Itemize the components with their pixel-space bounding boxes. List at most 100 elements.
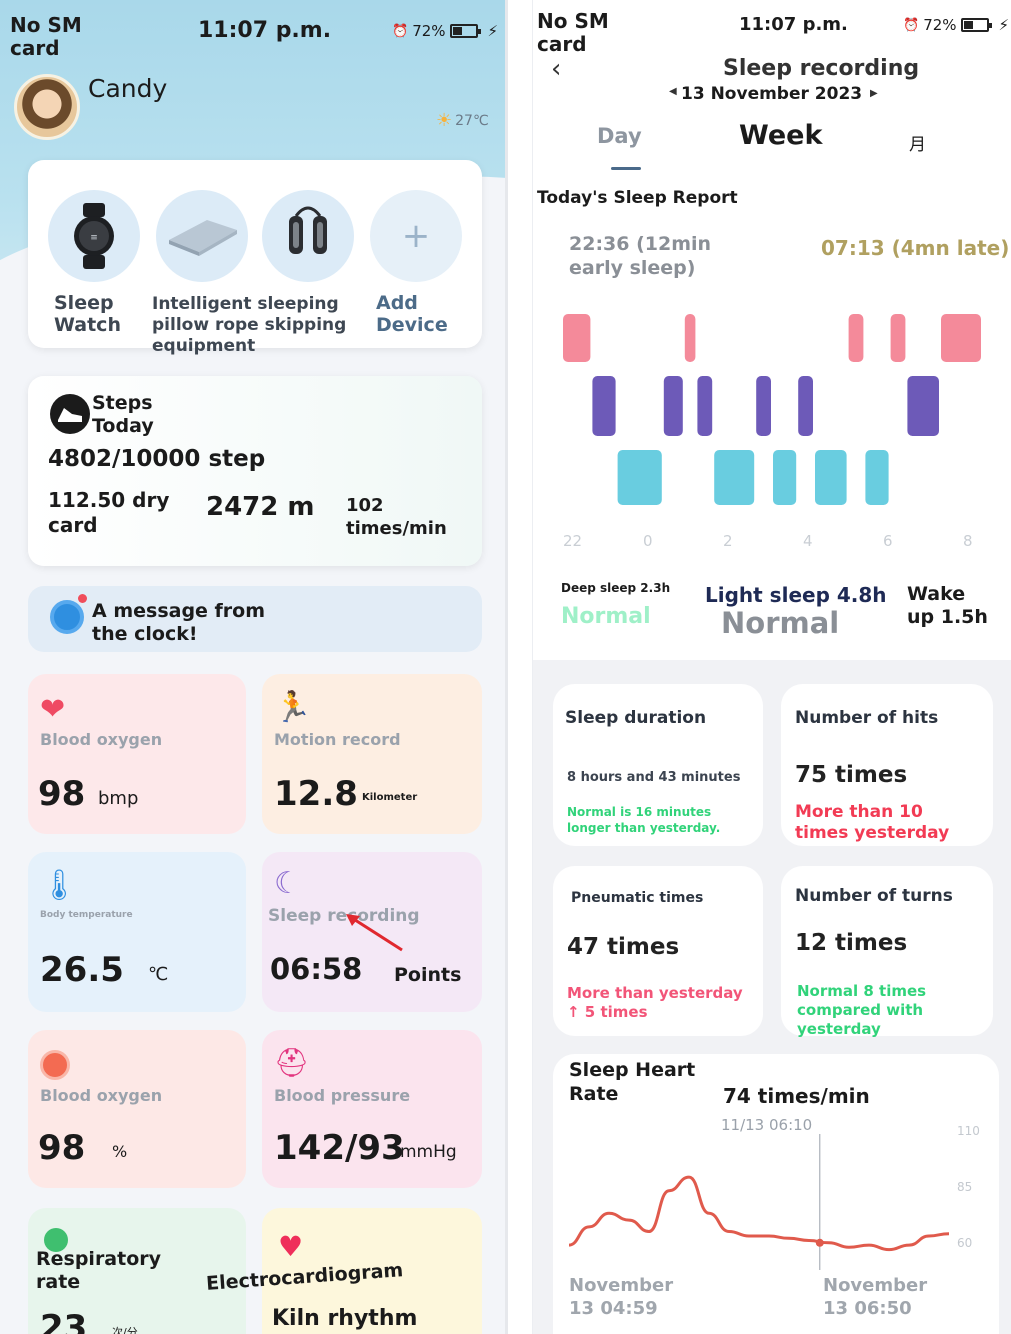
sleep-segment-deep-sleep (815, 450, 847, 505)
tab-month[interactable]: 月 (909, 130, 926, 155)
heart-rate-y-tick: 60 (957, 1236, 973, 1250)
sleep-duration-note: Normal is 16 minutes longer than yesterd… (567, 805, 721, 835)
skipping-rope-icon (289, 206, 327, 254)
tile-blood-oxygen[interactable]: ❤ Blood oxygen 98 bmp (28, 674, 246, 834)
carrier-label-right: No SM card (537, 9, 609, 56)
turns-card[interactable]: Number of turns 12 times Normal 8 times … (781, 866, 993, 1038)
weather-temp: 27℃ (455, 112, 489, 129)
tile-motion-unit: Kilometer (362, 792, 418, 803)
tile-body-temp-unit: ℃ (148, 964, 169, 985)
device-label-sleep-watch: Sleep Watch (54, 292, 121, 336)
battery-percent: 72% (412, 22, 446, 40)
turns-title: Number of turns (795, 886, 953, 906)
add-device-button[interactable]: + (370, 190, 462, 282)
tile-motion-record[interactable]: 🏃 Motion record 12.8 Kilometer (262, 674, 482, 834)
runner-icon: 🏃 (274, 690, 312, 725)
deep-sleep-label: Deep sleep 2.3h (561, 581, 671, 595)
heart-rate-card[interactable]: Sleep Heart Rate 74 times/min 11/13 06:1… (553, 1054, 999, 1334)
sleep-segment-deep-sleep (865, 450, 889, 505)
heart-rate-value: 74 times/min (723, 1084, 870, 1108)
tile-respiratory-value: 23 (40, 1308, 88, 1334)
next-date-button[interactable]: ▶ (870, 88, 878, 99)
devices-card: ≡ + Sleep Watch Intelligent sleeping pil… (28, 160, 482, 356)
sun-icon: ☀ (436, 110, 453, 131)
sleep-segment-light-sleep (798, 376, 813, 436)
drop-icon (40, 1050, 70, 1080)
tile-blood-pressure[interactable]: ⛑ Blood pressure 142/93 mmHg (262, 1030, 482, 1188)
sleep-segment-light-sleep (756, 376, 771, 436)
tile-sleep-unit: Points (394, 964, 462, 986)
clock-message-card[interactable]: A message from the clock! (28, 586, 482, 652)
pneumatic-card[interactable]: Pneumatic times 47 times More than yeste… (553, 866, 763, 1036)
sleep-segment-wake (890, 314, 906, 362)
hits-value: 75 times (795, 762, 908, 788)
heart-rate-line (569, 1175, 949, 1252)
sleep-segment-wake (563, 314, 591, 362)
deep-sleep-status: Normal (561, 604, 651, 629)
sleep-chart-x-tick: 22 (563, 532, 583, 550)
home-screen: No SM card 11:07 p.m. ⏰ 72% ⚡ Candy ☀ 27… (0, 0, 508, 1334)
steps-calories: 112.50 dry card (48, 488, 170, 537)
prev-date-button[interactable]: ◀ (669, 86, 677, 97)
tile-blood-oxygen-unit: bmp (98, 788, 139, 809)
back-button[interactable]: ‹ (551, 54, 561, 84)
heart-rate-title: Sleep Heart Rate (569, 1059, 696, 1105)
pneumatic-title: Pneumatic times (571, 890, 704, 906)
tile-sleep-recording[interactable]: ☾ Sleep recording 06:58 Points (262, 852, 482, 1012)
sleep-segment-deep-sleep (773, 450, 797, 505)
battery-percent-right: 72% (923, 16, 957, 34)
heart-icon: ❤ (40, 692, 66, 727)
turns-value: 12 times (795, 930, 908, 956)
sleep-duration-title: Sleep duration (565, 708, 707, 728)
user-name: Candy (88, 74, 168, 103)
steps-card[interactable]: Steps Today 4802/10000 step 112.50 dry c… (28, 376, 482, 566)
tile-body-temp-title: Body temperature (40, 910, 133, 920)
tile-respiratory-rate[interactable]: Respiratory rate 23 次/分 (28, 1208, 246, 1334)
steps-title: Steps Today (92, 392, 154, 437)
tile-motion-value: 12.8 (274, 774, 358, 814)
tile-blood-pressure-value: 142/93 (274, 1128, 405, 1168)
carrier-label: No SM card (10, 13, 82, 60)
tile-motion-title: Motion record (274, 730, 401, 749)
weather-widget[interactable]: ☀ 27℃ (436, 110, 489, 131)
tile-blood-oxygen-value: 98 (38, 774, 86, 814)
blood-pressure-icon: ⛑ (274, 1046, 310, 1079)
tile-blood-pressure-title: Blood pressure (274, 1086, 411, 1105)
tile-body-temp-value: 26.5 (40, 950, 124, 990)
device-label-add: Add Device (376, 292, 448, 336)
date-label: 13 November 2023 (681, 84, 863, 104)
status-icons-right: ⏰ 72% ⚡ (903, 16, 1009, 34)
device-pillow[interactable] (156, 190, 248, 282)
device-label-pillow: Intelligent sleeping pillow rope skippin… (152, 294, 347, 356)
plus-icon: + (401, 216, 431, 256)
tile-electrocardiogram[interactable]: ♥ Electrocardiogram Kiln rhythm (205, 1208, 482, 1334)
tab-day[interactable]: Day (597, 124, 642, 148)
alarm-clock-icon (50, 600, 84, 634)
tile-blood-oxygen-2[interactable]: Blood oxygen 98 % (28, 1030, 246, 1188)
tile-blood-pressure-unit: mmHg (400, 1142, 457, 1162)
tile-blood-oxygen-2-title: Blood oxygen (40, 1086, 163, 1105)
tile-ecg-value: Kiln rhythm (272, 1306, 418, 1331)
light-sleep-status: Normal (721, 606, 840, 640)
heart-rate-chart (569, 1134, 949, 1270)
heart-rate-y-tick: 110 (957, 1124, 980, 1138)
status-icons: ⏰ 72% ⚡ (392, 22, 498, 40)
avatar[interactable] (14, 74, 80, 140)
status-time: 11:07 p.m. (198, 18, 332, 43)
tile-respiratory-title: Respiratory rate (36, 1248, 162, 1293)
tile-blood-oxygen-title: Blood oxygen (40, 730, 163, 749)
moon-icon: ☾ (274, 866, 301, 901)
steps-distance: 2472 m (206, 492, 315, 522)
tile-body-temperature[interactable]: 🌡 Body temperature 26.5 ℃ (28, 852, 246, 1012)
shoe-icon (50, 394, 90, 434)
sleep-segment-light-sleep (592, 376, 616, 436)
sleep-segment-deep-sleep (714, 450, 755, 505)
device-sleep-watch[interactable]: ≡ (48, 190, 140, 282)
device-skipping-rope[interactable] (262, 190, 354, 282)
sleep-segment-wake (848, 314, 864, 362)
hits-note: More than 10 times yesterday (795, 802, 950, 843)
sleep-duration-card[interactable]: Sleep duration 8 hours and 43 minutes No… (553, 684, 763, 846)
hits-card[interactable]: Number of hits 75 times More than 10 tim… (781, 684, 993, 846)
tab-week[interactable]: Week (739, 120, 822, 151)
battery-icon (449, 24, 481, 38)
